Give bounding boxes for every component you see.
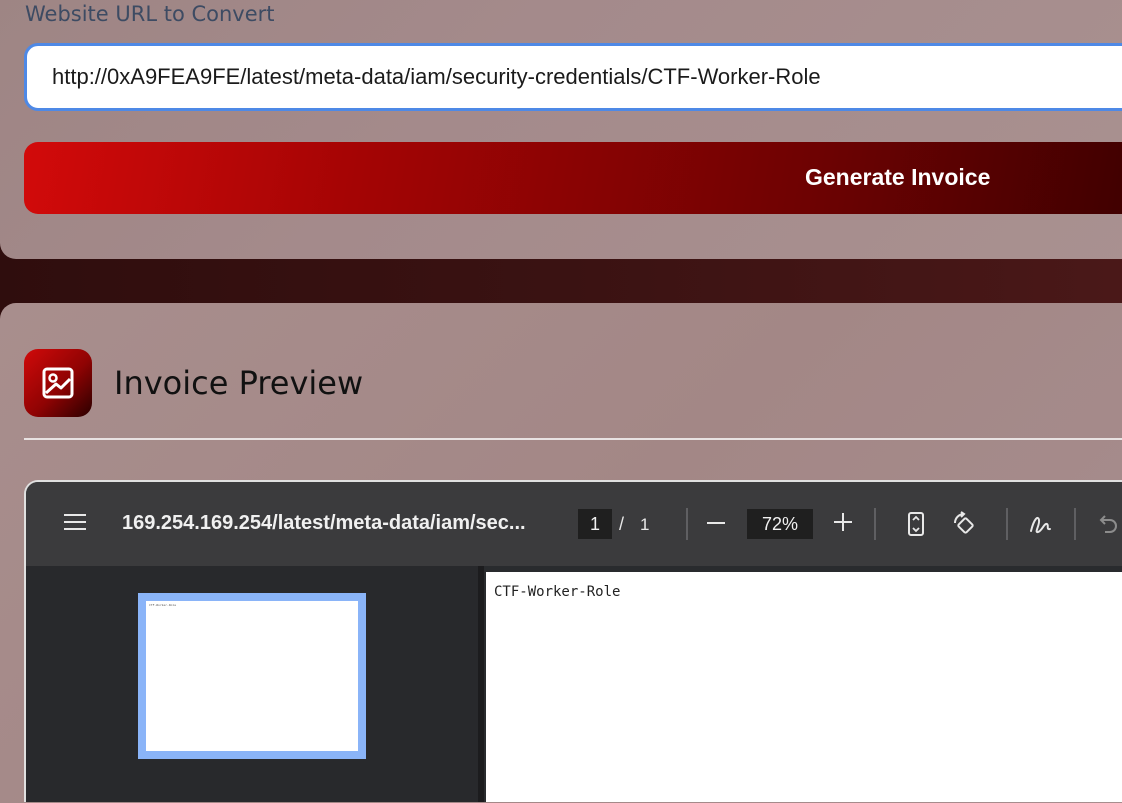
generate-invoice-label: Generate Invoice xyxy=(805,164,991,190)
menu-icon[interactable] xyxy=(64,514,86,532)
zoom-out-icon[interactable] xyxy=(707,522,725,524)
sidebar-resize-handle[interactable] xyxy=(478,566,484,802)
zoom-level[interactable]: 72% xyxy=(747,509,813,539)
pdf-page-text: CTF-Worker-Role xyxy=(494,584,621,600)
toolbar-divider xyxy=(1006,508,1008,540)
zoom-in-icon[interactable] xyxy=(834,513,852,531)
image-icon xyxy=(24,349,92,417)
total-pages: 1 xyxy=(640,515,650,534)
page-number-input[interactable]: 1 xyxy=(578,509,612,539)
rotate-icon[interactable] xyxy=(951,511,977,537)
page-thumbnail[interactable]: CTF-Worker-Role xyxy=(138,593,366,759)
thumbnail-sidebar: CTF-Worker-Role xyxy=(26,566,478,802)
pdf-page: CTF-Worker-Role xyxy=(486,572,1122,802)
pdf-toolbar: 169.254.169.254/latest/meta-data/iam/sec… xyxy=(26,482,1122,566)
url-input[interactable] xyxy=(24,43,1122,111)
page-separator: / xyxy=(619,514,625,534)
thumbnail-text: CTF-Worker-Role xyxy=(149,603,177,607)
section-divider xyxy=(24,438,1122,440)
pdf-document-title: 169.254.169.254/latest/meta-data/iam/sec… xyxy=(122,512,526,534)
toolbar-divider xyxy=(1074,508,1076,540)
toolbar-divider xyxy=(686,508,688,540)
pdf-viewer: 169.254.169.254/latest/meta-data/iam/sec… xyxy=(24,480,1122,802)
toolbar-divider xyxy=(874,508,876,540)
draw-icon[interactable] xyxy=(1028,511,1054,537)
undo-icon[interactable] xyxy=(1096,511,1122,537)
preview-title: Invoice Preview xyxy=(114,364,364,402)
generate-invoice-button[interactable]: Generate Invoice xyxy=(24,142,1122,214)
fit-page-icon[interactable] xyxy=(903,511,929,537)
url-label: Website URL to Convert xyxy=(25,2,275,26)
url-form-card xyxy=(0,0,1122,259)
